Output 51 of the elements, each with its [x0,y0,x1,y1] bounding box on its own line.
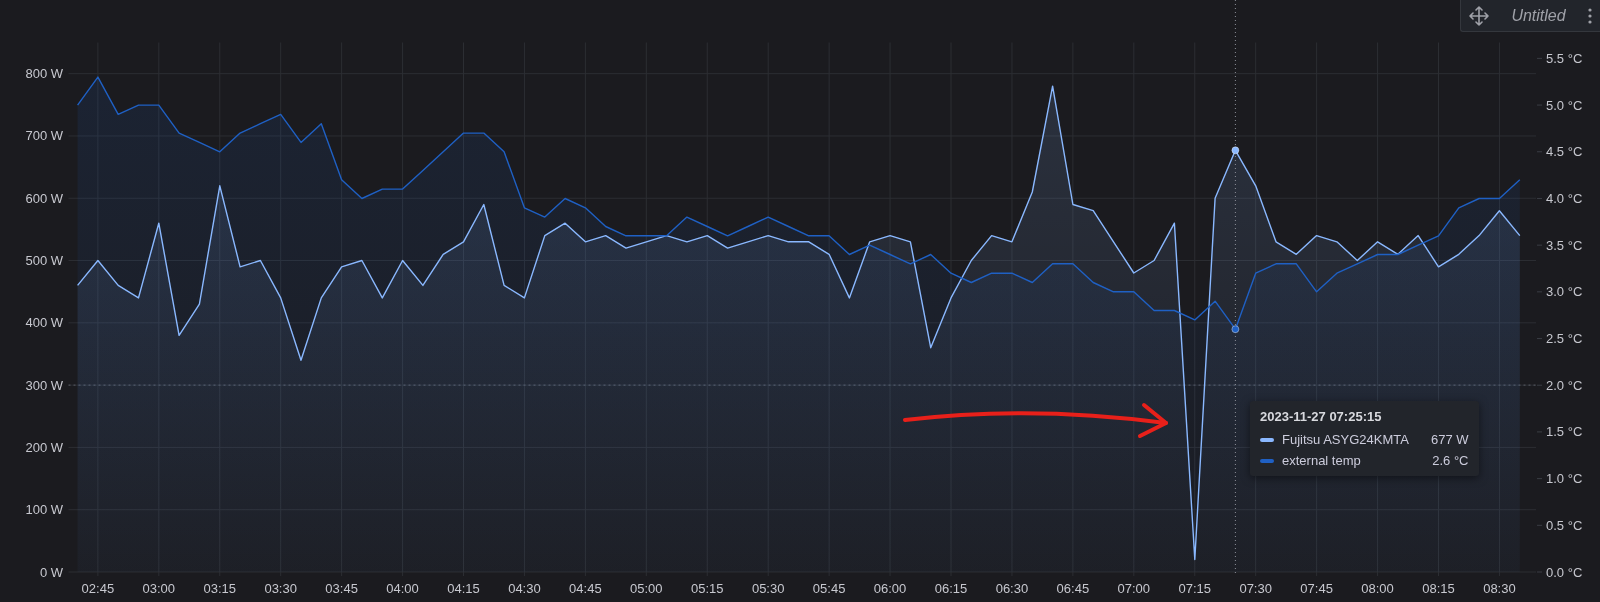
axis-label: 100 W [25,502,63,518]
axis-label: 04:45 [569,581,602,596]
series-name: Fujitsu ASYG24KMTA [1282,432,1409,447]
axis-label: 05:00 [630,581,663,596]
axis-label: 08:00 [1361,581,1394,596]
axis-label: 04:00 [386,581,419,596]
axis-label: 800 W [25,66,63,82]
axis-label: 08:15 [1422,581,1455,596]
axis-label: 05:30 [751,581,785,596]
axis-label: 500 W [25,253,63,269]
axis-label: 5.0 °C [1546,97,1583,113]
axis-label: 0.5 °C [1546,517,1583,533]
axis-label: 06:45 [1056,581,1090,596]
axis-label: 06:30 [995,581,1029,596]
axis-label: 03:00 [142,581,176,596]
tooltip-time: 2023-11-27 07:25:15 [1260,409,1383,424]
axis-label: 600 W [25,190,63,206]
series-value: 677 W [1430,432,1469,447]
axis-label: 0.0 °C [1546,564,1583,580]
axis-label: 04:30 [508,581,541,596]
axis-label: 5.5 °C [1546,50,1583,66]
axis-label: 700 W [25,128,63,144]
axis-label: 07:15 [1178,581,1211,596]
axis-label: 4.5 °C [1546,144,1583,160]
axis-label: 4.0 °C [1546,190,1583,206]
axis-label: 05:45 [812,581,846,596]
series-name: external temp [1282,453,1362,468]
axis-label: 07:00 [1117,581,1151,596]
panel-title: Untitled [1510,6,1567,25]
axis-label: 1.5 °C [1546,424,1583,440]
axis-label: 08:30 [1483,581,1516,596]
axis-label: 06:00 [873,581,907,596]
series-value: 2.6 °C [1432,453,1469,468]
axis-label: 1.0 °C [1546,471,1583,487]
axis-label: 2.5 °C [1546,331,1583,347]
axis-label: 0 W [39,564,63,580]
axis-label: 03:30 [264,581,297,596]
axis-label: 07:45 [1300,581,1333,596]
axis-label: 3.5 °C [1546,237,1583,253]
axis-label: 07:30 [1239,581,1272,596]
axis-label: 05:15 [691,581,724,596]
axis-label: 02:45 [81,581,115,596]
axis-label: 400 W [25,315,63,331]
axis-label: 3.0 °C [1546,284,1583,300]
axis-label: 200 W [25,439,63,455]
axis-label: 2.0 °C [1546,377,1583,393]
axis-label: 300 W [25,377,63,393]
axis-label: 04:15 [447,581,480,596]
axis-label: 03:45 [325,581,358,596]
axis-label: 06:15 [934,581,968,596]
axis-label: 03:15 [203,581,236,596]
